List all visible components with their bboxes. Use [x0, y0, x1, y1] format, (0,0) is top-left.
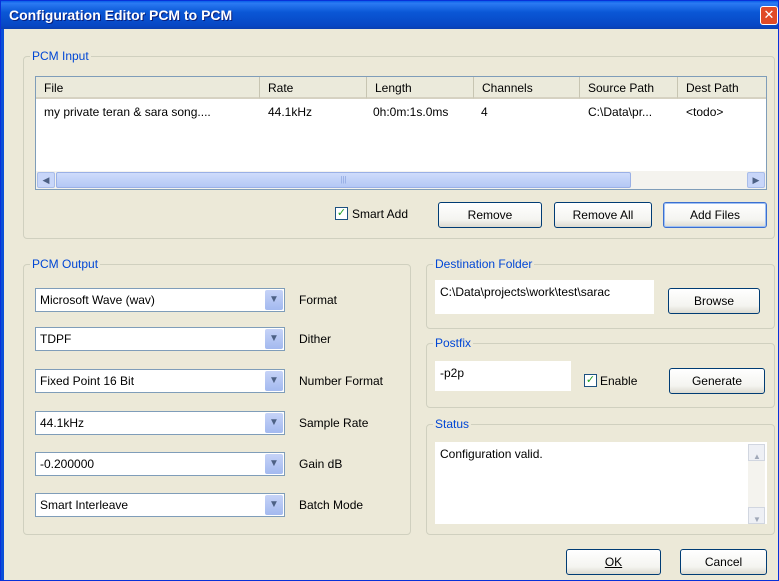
horizontal-scrollbar[interactable]: ◀ ||| ▶ [36, 171, 766, 189]
chevron-down-icon[interactable]: ▼ [265, 413, 283, 433]
enable-label: Enable [600, 374, 638, 388]
status-scrollbar[interactable]: ▲ ▼ [748, 444, 765, 524]
chevron-down-icon[interactable]: ▼ [265, 454, 283, 474]
scroll-thumb[interactable]: ||| [56, 172, 631, 188]
chevron-down-icon[interactable]: ▼ [265, 371, 283, 391]
gain-db-label: Gain dB [299, 457, 343, 471]
scroll-down-button[interactable]: ▼ [748, 507, 765, 524]
pcm-input-legend: PCM Input [32, 49, 89, 63]
row-rate: 44.1kHz [268, 105, 313, 119]
chevron-down-icon[interactable]: ▼ [265, 329, 283, 349]
destination-folder-legend: Destination Folder [435, 257, 533, 271]
sample-rate-label: Sample Rate [299, 416, 369, 430]
chevron-down-icon: ▼ [753, 515, 761, 524]
batch-mode-label: Batch Mode [299, 498, 364, 512]
file-list[interactable]: File Rate Length Channels Source Path De… [35, 76, 767, 190]
config-editor-window: Configuration Editor PCM to PCM ✕ PCM In… [0, 0, 779, 581]
checkmark-icon: ✓ [585, 374, 596, 386]
status-legend: Status [435, 417, 470, 431]
title-bar[interactable]: Configuration Editor PCM to PCM ✕ [1, 1, 778, 29]
number-format-select[interactable]: Fixed Point 16 Bit ▼ [35, 369, 285, 393]
chevron-right-icon: ▶ [752, 175, 760, 185]
row-source-path: C:\Data\pr... [588, 105, 653, 119]
scroll-up-button[interactable]: ▲ [748, 444, 765, 461]
window-title: Configuration Editor PCM to PCM [9, 7, 233, 23]
scroll-left-button[interactable]: ◀ [37, 172, 55, 188]
sample-rate-select[interactable]: 44.1kHz ▼ [35, 411, 285, 435]
chevron-down-icon[interactable]: ▼ [265, 290, 283, 310]
postfix-legend: Postfix [435, 336, 472, 350]
dither-select[interactable]: TDPF ▼ [35, 327, 285, 351]
column-header-dest-path[interactable]: Dest Path [678, 77, 766, 99]
dither-label: Dither [299, 332, 332, 346]
row-dest-path: <todo> [686, 105, 724, 119]
ok-button[interactable]: OK [566, 549, 661, 575]
cancel-button[interactable]: Cancel [680, 549, 767, 575]
chevron-down-icon[interactable]: ▼ [265, 495, 283, 515]
number-format-label: Number Format [299, 374, 384, 388]
column-header-source-path[interactable]: Source Path [580, 77, 678, 99]
gain-db-select[interactable]: -0.200000 ▼ [35, 452, 285, 476]
batch-mode-select[interactable]: Smart Interleave ▼ [35, 493, 285, 517]
browse-button[interactable]: Browse [668, 288, 760, 314]
status-text[interactable]: Configuration valid. ▲ ▼ [435, 442, 767, 524]
remove-button[interactable]: Remove [438, 202, 542, 228]
column-header-length[interactable]: Length [367, 77, 474, 99]
row-length: 0h:0m:1s.0ms [373, 105, 449, 119]
row-file: my private teran & sara song.... [44, 105, 211, 119]
chevron-up-icon: ▲ [753, 452, 761, 461]
column-header-rate[interactable]: Rate [260, 77, 367, 99]
column-header-file[interactable]: File [36, 77, 260, 99]
window-frame-left [1, 29, 4, 580]
postfix-input[interactable]: -p2p [435, 361, 571, 391]
checkmark-icon: ✓ [336, 207, 347, 219]
close-icon: ✕ [763, 7, 775, 22]
smart-add-label: Smart Add [352, 207, 409, 221]
format-label: Format [299, 293, 338, 307]
format-select[interactable]: Microsoft Wave (wav) ▼ [35, 288, 285, 312]
smart-add-checkbox[interactable]: ✓ [335, 207, 348, 220]
destination-path-input[interactable]: C:\Data\projects\work\test\sarac [435, 280, 654, 314]
scroll-grip-icon: ||| [340, 175, 347, 184]
row-channels: 4 [481, 105, 488, 119]
pcm-output-legend: PCM Output [32, 257, 99, 271]
scroll-right-button[interactable]: ▶ [747, 172, 765, 188]
remove-all-button[interactable]: Remove All [554, 202, 652, 228]
enable-checkbox[interactable]: ✓ [584, 374, 597, 387]
chevron-left-icon: ◀ [42, 175, 50, 185]
close-button[interactable]: ✕ [760, 6, 778, 25]
add-files-button[interactable]: Add Files [663, 202, 767, 228]
generate-button[interactable]: Generate [669, 368, 765, 394]
column-header-channels[interactable]: Channels [474, 77, 580, 99]
